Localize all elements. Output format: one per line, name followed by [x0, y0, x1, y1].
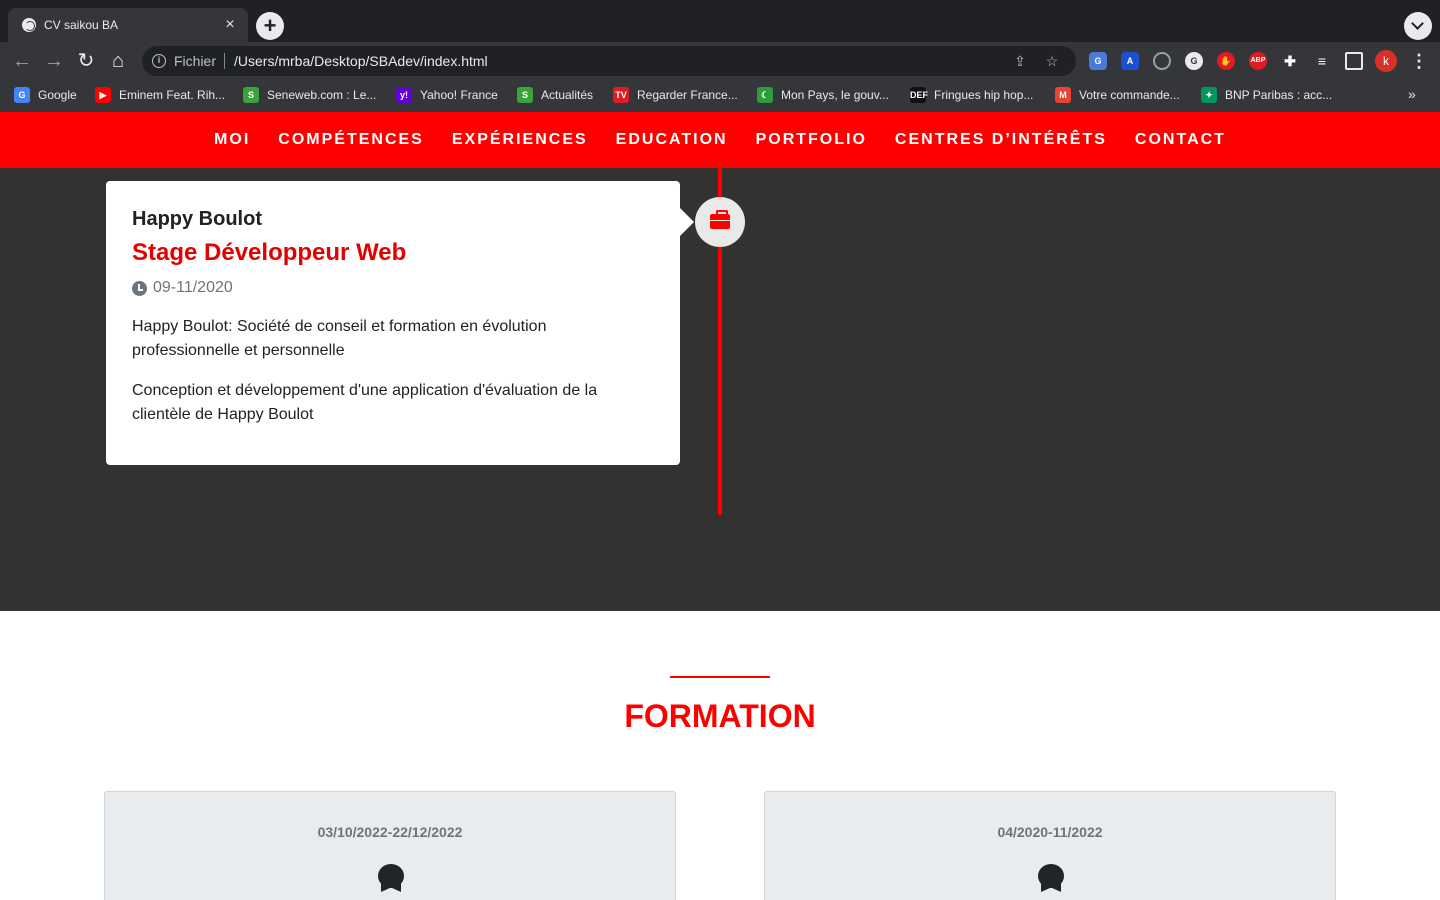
bookmark-label: BNP Paribas : acc...	[1225, 88, 1333, 102]
kebab-menu-icon[interactable]: ⋮	[1410, 50, 1428, 72]
browser-toolbar: ← → ↻ ⌂ i Fichier /Users/mrba/Desktop/SB…	[0, 42, 1440, 80]
nav-contact[interactable]: CONTACT	[1135, 131, 1226, 149]
bookmark-item[interactable]: ▶ Eminem Feat. Rih...	[95, 86, 225, 104]
adblock-hand-extension-icon[interactable]: ✋	[1217, 52, 1235, 70]
bnp-favicon-icon: ✦	[1201, 87, 1217, 103]
nav-moi[interactable]: MOI	[214, 131, 250, 149]
gmail-favicon-icon: M	[1055, 87, 1071, 103]
bookmark-item[interactable]: ✦ BNP Paribas : acc...	[1201, 86, 1332, 104]
google-favicon-icon: G	[14, 87, 30, 103]
timeline-badge	[695, 197, 745, 247]
news-favicon-icon: S	[517, 87, 533, 103]
bookmark-item[interactable]: DEF Fringues hip hop...	[910, 86, 1033, 104]
experience-description: Happy Boulot: Société de conseil et form…	[132, 318, 547, 359]
seneweb-favicon-icon: S	[243, 87, 259, 103]
forward-icon[interactable]: →	[43, 50, 65, 72]
tab-strip: CV saikou BA × +	[0, 0, 1440, 42]
url-text[interactable]: /Users/mrba/Desktop/SBAdev/index.html	[234, 53, 1012, 69]
formation-date: 03/10/2022-22/12/2022	[317, 824, 463, 840]
bookmark-item[interactable]: M Votre commande...	[1055, 86, 1180, 104]
bookmark-label: Eminem Feat. Rih...	[119, 88, 226, 102]
experience-date: 09-11/2020	[132, 279, 654, 297]
formation-title: FORMATION	[624, 698, 816, 734]
grammarly-extension-icon[interactable]: G	[1185, 52, 1203, 70]
bookmark-item[interactable]: S Seneweb.com : Le...	[243, 86, 376, 104]
clock-icon	[132, 280, 147, 296]
youtube-favicon-icon: ▶	[95, 87, 111, 103]
bookmark-item[interactable]: ☾ Mon Pays, le gouv...	[757, 86, 889, 104]
dictionary-extension-icon[interactable]: A	[1121, 52, 1139, 70]
address-bar[interactable]: i Fichier /Users/mrba/Desktop/SBAdev/ind…	[142, 46, 1076, 76]
formation-card: 04/2020-11/2022	[764, 791, 1336, 900]
nav-experiences[interactable]: EXPÉRIENCES	[452, 131, 588, 149]
experience-card: Happy Boulot Stage Développeur Web 09-11…	[106, 181, 680, 465]
tab-title: CV saikou BA	[44, 18, 119, 32]
back-icon[interactable]: ←	[11, 50, 33, 72]
flag-favicon-icon: ☾	[757, 87, 773, 103]
def-favicon-icon: DEF	[910, 87, 928, 103]
bookmarks-bar: G Google ▶ Eminem Feat. Rih... S Seneweb.com …	[0, 82, 1440, 108]
award-icon	[378, 864, 404, 898]
briefcase-icon	[710, 210, 730, 229]
job-title: Stage Développeur Web	[132, 239, 407, 266]
home-icon[interactable]: ⌂	[107, 50, 129, 72]
globe-icon	[22, 18, 36, 32]
abp-extension-icon[interactable]: ABP	[1249, 52, 1267, 70]
scheme-label: Fichier	[174, 53, 217, 69]
nav-education[interactable]: EDUCATION	[616, 131, 728, 149]
new-tab-button[interactable]: +	[256, 12, 284, 40]
experience-section: Happy Boulot Stage Développeur Web 09-11…	[0, 168, 1440, 611]
browser-chrome: CV saikou BA × + ← → ↻ ⌂ i Fichier /User…	[0, 0, 1440, 112]
section-divider	[670, 676, 770, 678]
more-bookmarks-icon[interactable]: »	[1408, 86, 1416, 102]
puzzle-extensions-icon[interactable]: ✚	[1281, 52, 1299, 70]
formation-card: 03/10/2022-22/12/2022	[104, 791, 676, 900]
share-icon[interactable]: ⇪	[1012, 53, 1028, 69]
info-icon[interactable]: i	[152, 54, 166, 68]
nav-competences[interactable]: COMPÉTENCES	[278, 131, 424, 149]
card-pointer	[680, 208, 694, 236]
bookmark-star-icon[interactable]: ☆	[1044, 53, 1060, 69]
tab-search-button[interactable]	[1404, 12, 1432, 40]
side-panel-icon[interactable]	[1345, 52, 1363, 70]
site-navbar: MOI COMPÉTENCES EXPÉRIENCES EDUCATION PO…	[0, 112, 1440, 168]
nav-centres-interets[interactable]: CENTRES D’INTÉRÊTS	[895, 131, 1107, 149]
tab-cv[interactable]: CV saikou BA ×	[8, 8, 248, 42]
bookmark-item[interactable]: G Google	[14, 86, 77, 104]
close-tab-icon[interactable]: ×	[222, 17, 238, 33]
company-name: Happy Boulot	[132, 208, 262, 230]
reload-icon[interactable]: ↻	[75, 50, 97, 72]
nav-portfolio[interactable]: PORTFOLIO	[756, 131, 867, 149]
bookmark-label: Google	[38, 88, 77, 102]
experience-date-text: 09-11/2020	[153, 279, 233, 296]
bookmark-label: Regarder France...	[637, 88, 738, 102]
bookmark-item[interactable]: y! Yahoo! France	[396, 86, 498, 104]
translate-extension-icon[interactable]: G	[1089, 52, 1107, 70]
tv-favicon-icon: TV	[613, 87, 629, 103]
bookmark-label: Votre commande...	[1079, 88, 1180, 102]
bookmark-item[interactable]: TV Regarder France...	[613, 86, 738, 104]
formation-date: 04/2020-11/2022	[997, 824, 1103, 840]
bookmark-label: Fringues hip hop...	[934, 88, 1034, 102]
loader-extension-icon[interactable]	[1153, 52, 1171, 70]
bookmark-label: Yahoo! France	[420, 88, 498, 102]
bookmark-item[interactable]: S Actualités	[517, 86, 593, 104]
bookmark-label: Mon Pays, le gouv...	[781, 88, 889, 102]
media-control-icon[interactable]: ≡	[1313, 52, 1331, 70]
divider	[224, 53, 226, 69]
profile-avatar[interactable]: k	[1375, 50, 1397, 72]
yahoo-favicon-icon: y!	[396, 87, 412, 103]
bookmark-label: Seneweb.com : Le...	[267, 88, 377, 102]
award-icon	[1038, 864, 1064, 898]
experience-description: Conception et développement d'une applic…	[132, 382, 598, 423]
bookmark-label: Actualités	[541, 88, 594, 102]
